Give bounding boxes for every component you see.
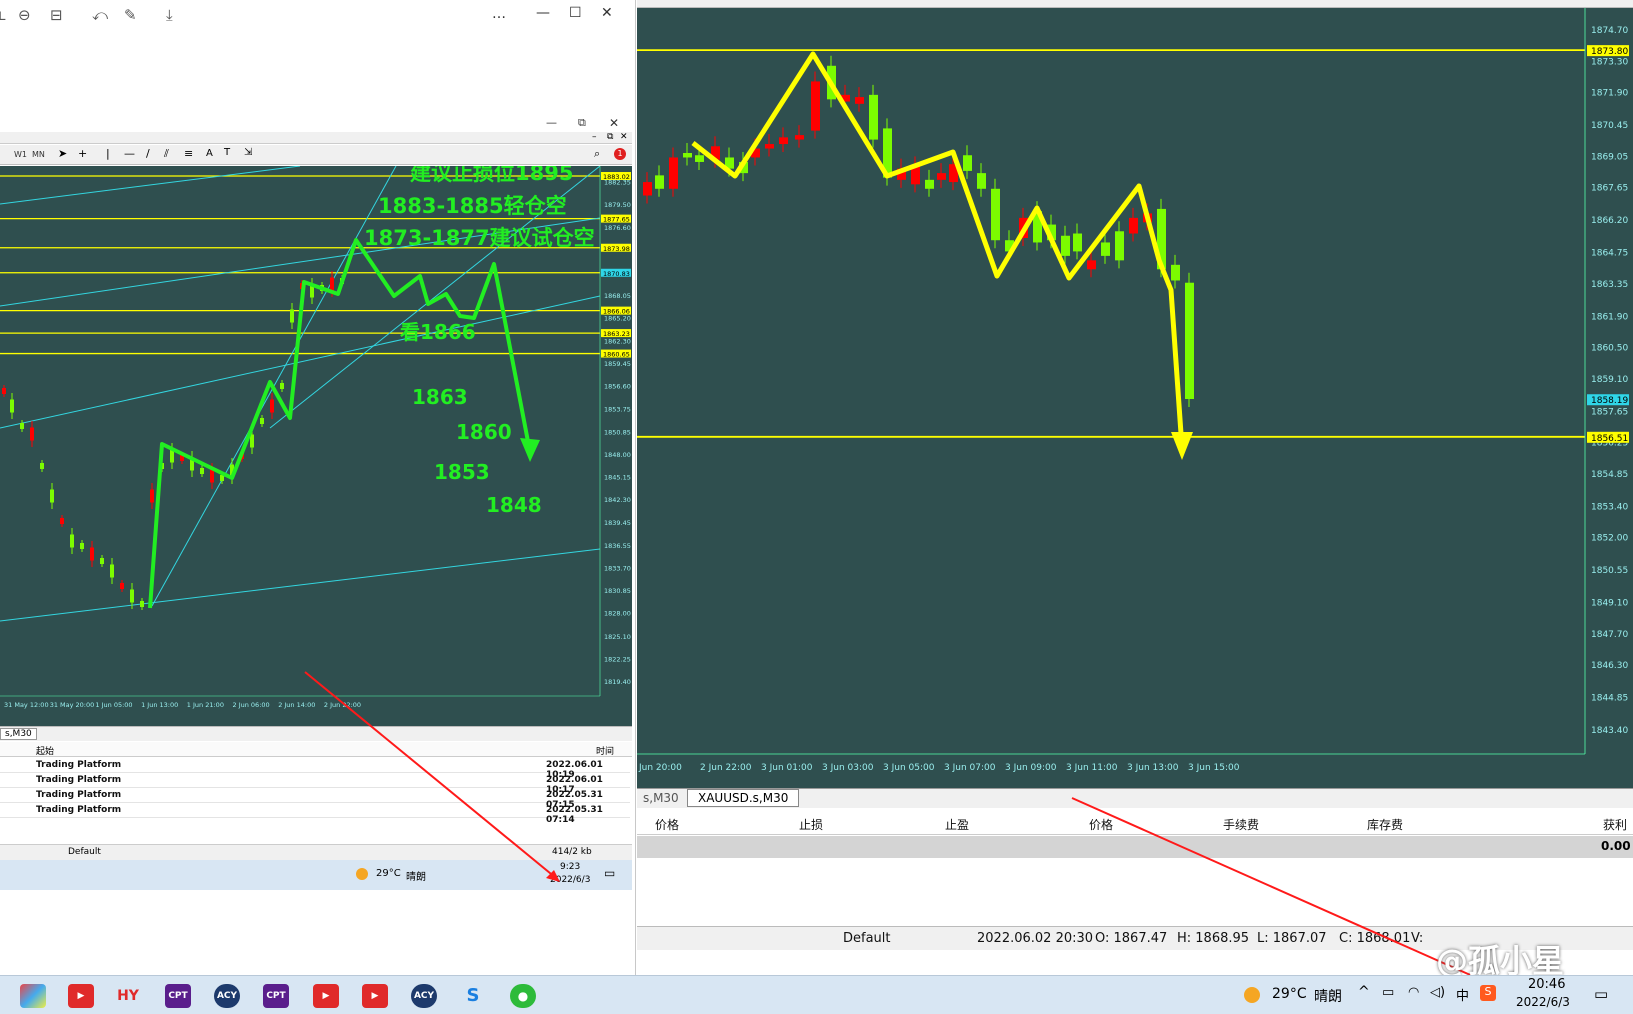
taskbar-app-cpt-1[interactable]: CPT <box>165 984 191 1008</box>
tray-weather: 晴朗 <box>1314 989 1342 1005</box>
taskbar-app-acy-1[interactable]: ACY <box>214 984 240 1008</box>
taskbar-app-wechat-icon[interactable]: ● <box>510 984 536 1008</box>
tray-volume-icon[interactable]: ◁) <box>1430 985 1445 1000</box>
tray-ime[interactable]: 中 <box>1456 985 1469 1004</box>
tray-notification-icon[interactable]: ▭ <box>1594 985 1608 1003</box>
tray-time[interactable]: 20:46 <box>1528 977 1565 992</box>
tray-weather-icon[interactable] <box>1244 987 1260 1003</box>
taskbar-app-paint[interactable] <box>20 984 46 1008</box>
taskbar-app-hy[interactable]: HY <box>115 984 141 1008</box>
tray-temp: 29°C <box>1272 986 1307 1002</box>
taskbar-app-pdf-1[interactable]: ▶ <box>68 984 94 1008</box>
taskbar-app-pdf-2[interactable]: ▶ <box>313 984 339 1008</box>
tray-s-icon[interactable]: S <box>1480 985 1496 1001</box>
tray-date[interactable]: 2022/6/3 <box>1516 995 1570 1009</box>
red-pointer-line-left <box>304 671 557 879</box>
taskbar: ▶ HY CPT ACY CPT ▶ ▶ ACY S ● 29°C 晴朗 ^ ▭… <box>0 975 1633 1014</box>
tray-battery-icon[interactable]: ▭ <box>1382 985 1394 1000</box>
tray-chevron-up-icon[interactable]: ^ <box>1358 984 1370 1000</box>
taskbar-app-pdf-3[interactable]: ▶ <box>362 984 388 1008</box>
overlay-annotations <box>304 671 1544 1008</box>
taskbar-app-s-icon[interactable]: S <box>460 984 486 1008</box>
taskbar-app-acy-2[interactable]: ACY <box>411 984 437 1008</box>
taskbar-app-cpt-2[interactable]: CPT <box>263 984 289 1008</box>
tray-wifi-icon[interactable]: ◠ <box>1408 985 1419 1000</box>
